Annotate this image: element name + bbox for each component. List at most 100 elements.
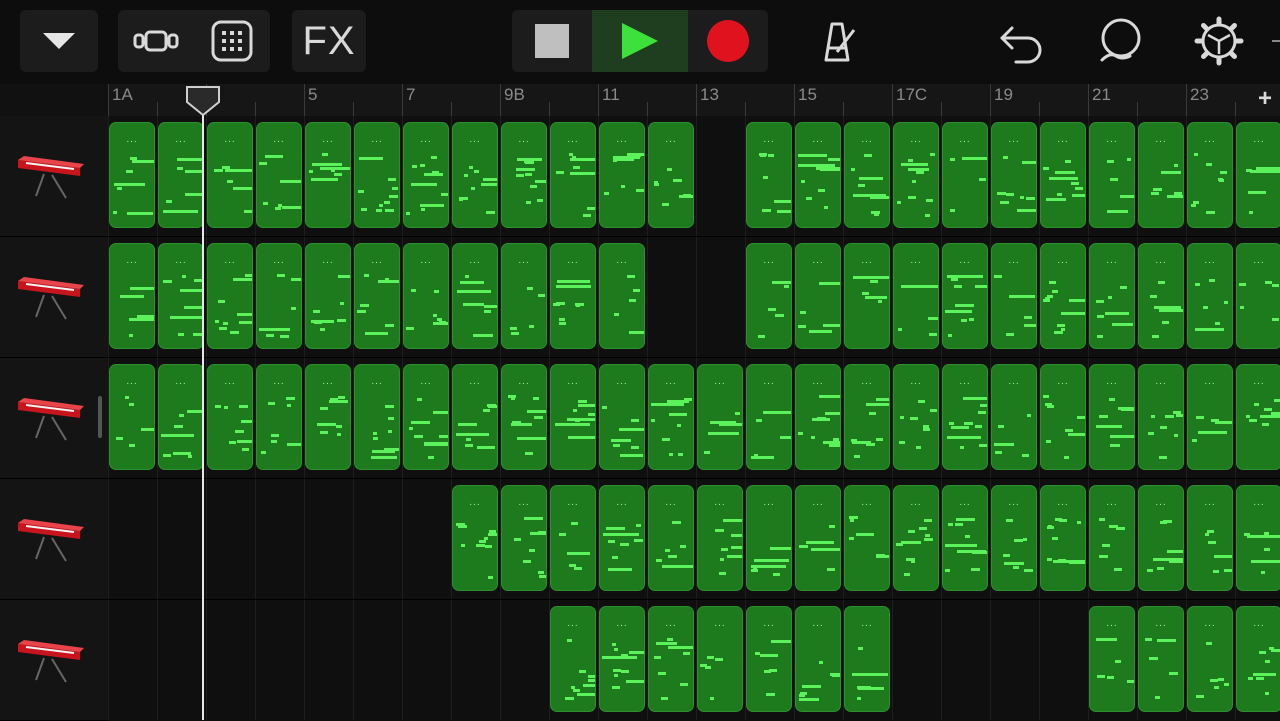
add-section-button[interactable]: + (1258, 86, 1272, 112)
midi-region[interactable]: ... (354, 364, 400, 470)
midi-region[interactable]: ... (844, 243, 890, 349)
midi-region[interactable]: ... (550, 243, 596, 349)
midi-region[interactable]: ... (207, 243, 253, 349)
midi-region[interactable]: ... (893, 485, 939, 591)
midi-region[interactable]: ... (795, 122, 841, 228)
track-lane[interactable]: ........................................… (108, 479, 1280, 600)
midi-region[interactable]: ... (158, 122, 204, 228)
midi-region[interactable]: ... (452, 243, 498, 349)
track-header[interactable] (0, 600, 108, 721)
undo-button[interactable] (998, 18, 1046, 64)
midi-region[interactable]: ... (648, 485, 694, 591)
midi-region[interactable]: ... (403, 122, 449, 228)
midi-region[interactable]: ... (550, 485, 596, 591)
midi-region[interactable]: ... (697, 606, 743, 712)
midi-region[interactable]: ... (501, 243, 547, 349)
midi-region[interactable]: ... (599, 364, 645, 470)
tracks-view-button[interactable] (118, 10, 194, 72)
midi-region[interactable]: ... (697, 485, 743, 591)
midi-region[interactable]: ... (746, 485, 792, 591)
track-header[interactable] (0, 358, 108, 479)
midi-region[interactable]: ... (501, 364, 547, 470)
midi-region[interactable]: ... (452, 364, 498, 470)
midi-region[interactable]: ... (991, 243, 1037, 349)
midi-region[interactable]: ... (893, 122, 939, 228)
midi-region[interactable]: ... (109, 243, 155, 349)
midi-region[interactable]: ... (403, 243, 449, 349)
midi-region[interactable]: ... (942, 122, 988, 228)
midi-region[interactable]: ... (305, 243, 351, 349)
midi-region[interactable]: ... (844, 364, 890, 470)
track-lane[interactable]: ................................. (108, 600, 1280, 720)
midi-region[interactable]: ... (1138, 364, 1184, 470)
midi-region[interactable]: ... (1089, 122, 1135, 228)
midi-region[interactable]: ... (1236, 364, 1280, 470)
midi-region[interactable]: ... (1138, 122, 1184, 228)
midi-region[interactable]: ... (599, 485, 645, 591)
midi-region[interactable]: ... (1089, 485, 1135, 591)
midi-region[interactable]: ... (158, 243, 204, 349)
settings-button[interactable] (1194, 16, 1244, 66)
midi-region[interactable]: ... (1089, 364, 1135, 470)
midi-region[interactable]: ... (550, 606, 596, 712)
midi-region[interactable]: ... (158, 364, 204, 470)
midi-region[interactable]: ... (795, 364, 841, 470)
midi-region[interactable]: ... (991, 122, 1037, 228)
midi-region[interactable]: ... (550, 122, 596, 228)
midi-region[interactable]: ... (305, 364, 351, 470)
midi-region[interactable]: ... (844, 606, 890, 712)
midi-region[interactable]: ... (599, 606, 645, 712)
track-resize-handle[interactable] (98, 396, 102, 438)
midi-region[interactable]: ... (109, 122, 155, 228)
track-lane[interactable]: ........................................… (108, 358, 1280, 479)
midi-region[interactable]: ... (1089, 243, 1135, 349)
track-header[interactable] (0, 116, 108, 237)
midi-region[interactable]: ... (1138, 485, 1184, 591)
midi-region[interactable]: ... (991, 364, 1037, 470)
playhead-handle-icon[interactable] (186, 86, 220, 116)
midi-region[interactable]: ... (452, 485, 498, 591)
midi-region[interactable]: ... (452, 122, 498, 228)
midi-region[interactable]: ... (648, 122, 694, 228)
midi-region[interactable]: ... (1236, 485, 1280, 591)
track-header[interactable] (0, 237, 108, 358)
midi-region[interactable]: ... (1236, 122, 1280, 228)
midi-region[interactable]: ... (305, 122, 351, 228)
midi-region[interactable]: ... (942, 485, 988, 591)
midi-region[interactable]: ... (844, 122, 890, 228)
stop-button[interactable] (512, 10, 592, 72)
midi-region[interactable]: ... (1138, 606, 1184, 712)
midi-region[interactable]: ... (1138, 243, 1184, 349)
midi-region[interactable]: ... (256, 243, 302, 349)
midi-region[interactable]: ... (795, 606, 841, 712)
midi-region[interactable]: ... (942, 364, 988, 470)
midi-region[interactable]: ... (256, 122, 302, 228)
midi-region[interactable]: ... (746, 122, 792, 228)
track-header[interactable] (0, 479, 108, 600)
midi-region[interactable]: ... (403, 364, 449, 470)
midi-region[interactable]: ... (207, 122, 253, 228)
midi-region[interactable]: ... (746, 243, 792, 349)
ruler[interactable]: 1A3579B11131517C192123 + (108, 84, 1280, 117)
midi-region[interactable]: ... (599, 243, 645, 349)
grid-view-button[interactable] (194, 10, 270, 72)
midi-region[interactable]: ... (991, 485, 1037, 591)
midi-region[interactable]: ... (354, 243, 400, 349)
midi-region[interactable]: ... (1187, 243, 1233, 349)
midi-region[interactable]: ... (256, 364, 302, 470)
track-lane[interactable]: ........................................… (108, 237, 1280, 358)
browser-button[interactable] (20, 10, 98, 72)
midi-region[interactable]: ... (207, 364, 253, 470)
midi-region[interactable]: ... (1187, 485, 1233, 591)
midi-region[interactable]: ... (795, 243, 841, 349)
fx-button[interactable]: FX (292, 10, 366, 72)
play-button[interactable] (592, 10, 688, 72)
midi-region[interactable]: ... (746, 364, 792, 470)
midi-region[interactable]: ... (1040, 243, 1086, 349)
record-button[interactable] (688, 10, 768, 72)
midi-region[interactable]: ... (1040, 364, 1086, 470)
midi-region[interactable]: ... (1040, 485, 1086, 591)
midi-region[interactable]: ... (1236, 606, 1280, 712)
loop-button[interactable] (1096, 16, 1146, 66)
midi-region[interactable]: ... (1187, 122, 1233, 228)
